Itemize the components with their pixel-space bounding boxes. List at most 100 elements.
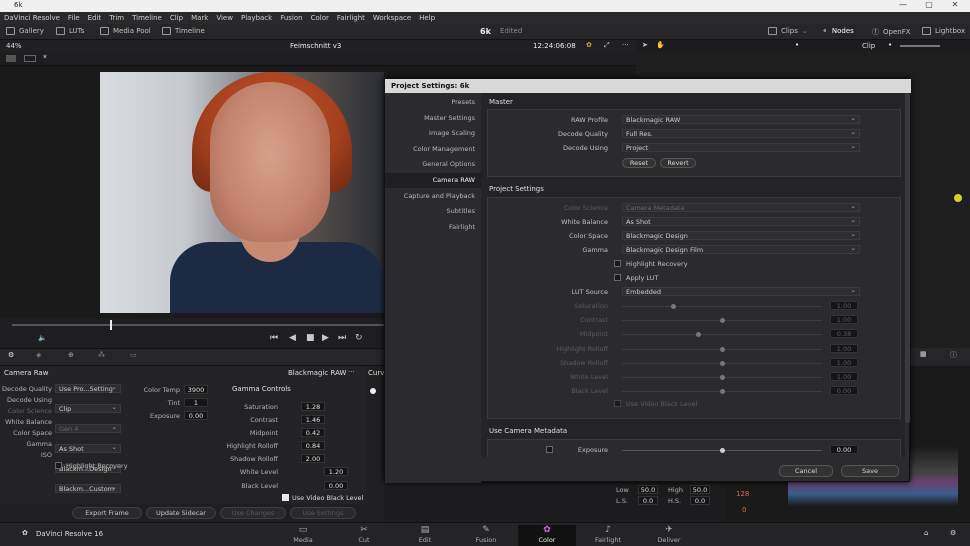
gallery-button[interactable]: Gallery bbox=[6, 27, 44, 35]
project-slider-field[interactable]: 1.00 bbox=[830, 343, 858, 353]
page-tab-cut[interactable]: ✂ Cut bbox=[335, 525, 393, 546]
color-match-icon[interactable]: ◈ bbox=[36, 351, 41, 359]
apply-lut-checkbox[interactable] bbox=[614, 274, 621, 281]
camera-raw-row-select[interactable]: Use Pro...Setting bbox=[55, 383, 121, 393]
camera-raw-row-select[interactable]: Clip bbox=[55, 403, 121, 413]
lightbox-button[interactable]: Lightbox bbox=[922, 27, 965, 35]
camera-raw-row-select[interactable]: Gen 4 bbox=[55, 423, 121, 433]
page-tab-deliver[interactable]: ✈ Deliver bbox=[640, 525, 698, 546]
project-slider[interactable] bbox=[622, 360, 822, 366]
project-slider-field[interactable]: 0.38 bbox=[830, 329, 858, 339]
rgb-mixer-icon[interactable]: ⁂ bbox=[98, 351, 105, 359]
settings-nav-item[interactable]: Master Settings bbox=[385, 111, 475, 126]
curve-point[interactable] bbox=[370, 388, 376, 394]
color-science-select[interactable]: Camera Metadata bbox=[622, 202, 860, 212]
more-options-icon[interactable]: ··· bbox=[622, 41, 629, 49]
home-icon[interactable]: ⌂ bbox=[924, 529, 928, 537]
scopes-icon[interactable]: ▦ bbox=[920, 350, 927, 358]
decode-quality-select[interactable]: Full Res. bbox=[622, 128, 860, 138]
use-video-black-checkbox[interactable] bbox=[282, 494, 289, 501]
white-balance-select[interactable]: As Shot bbox=[622, 216, 860, 226]
menu-item[interactable]: Mark bbox=[191, 14, 208, 22]
project-slider-field[interactable]: 1.00 bbox=[830, 301, 858, 310]
menu-item[interactable]: Timeline bbox=[132, 14, 162, 22]
project-slider-knob[interactable] bbox=[720, 375, 725, 380]
project-slider[interactable] bbox=[622, 389, 822, 395]
color-temp-field[interactable]: 3900 bbox=[184, 385, 208, 394]
clips-button[interactable]: Clips ⌄ bbox=[768, 27, 808, 35]
save-button[interactable]: Save bbox=[841, 465, 899, 477]
menu-item[interactable]: Edit bbox=[88, 14, 102, 22]
menu-item[interactable]: DaVinci Resolve bbox=[4, 14, 60, 22]
menu-item[interactable]: Playback bbox=[241, 14, 272, 22]
cancel-button[interactable]: Cancel bbox=[779, 465, 833, 477]
gamma-row-field[interactable]: 2.00 bbox=[301, 454, 325, 463]
menu-item[interactable]: Clip bbox=[170, 14, 183, 22]
project-slider-field[interactable]: 1.00 bbox=[830, 372, 858, 381]
timeline-name[interactable]: Feimschnitt v3 bbox=[290, 42, 341, 50]
white-level-field[interactable]: 1.20 bbox=[324, 467, 348, 476]
go-first-icon[interactable]: ⏮ bbox=[270, 333, 278, 343]
page-tab-fusion[interactable]: ✎ Fusion bbox=[457, 525, 515, 546]
project-slider-knob[interactable] bbox=[671, 304, 676, 309]
highlight-recovery-checkbox-dialog[interactable] bbox=[614, 260, 621, 267]
highlight-recovery-checkbox[interactable] bbox=[55, 462, 62, 469]
settings-nav-item[interactable]: Capture and Playback bbox=[385, 189, 475, 204]
export-frame-button[interactable]: Export Frame bbox=[72, 507, 142, 519]
settings-nav-item[interactable]: Fairlight bbox=[385, 220, 475, 235]
go-last-icon[interactable]: ⏭ bbox=[338, 333, 346, 343]
speaker-icon[interactable]: 🔈 bbox=[38, 334, 47, 342]
wand-icon[interactable]: ✶ bbox=[42, 53, 48, 61]
project-slider-knob[interactable] bbox=[720, 318, 725, 324]
stop-icon[interactable]: ■ bbox=[306, 333, 315, 343]
use-changes-button[interactable]: Use Changes bbox=[220, 507, 286, 519]
raw-profile-select[interactable]: Blackmagic RAW bbox=[622, 114, 860, 124]
zoom-level[interactable]: 44% bbox=[6, 42, 22, 50]
menu-item[interactable]: Fusion bbox=[280, 14, 302, 22]
settings-nav-item[interactable]: General Options bbox=[385, 157, 475, 172]
revert-button[interactable]: Revert bbox=[660, 158, 696, 168]
gamma-select[interactable]: Blackmagic Design Film bbox=[622, 244, 860, 254]
page-tab-media[interactable]: ▭ Media bbox=[274, 525, 332, 546]
media-pool-button[interactable]: Media Pool bbox=[100, 27, 151, 35]
black-level-field[interactable]: 0.00 bbox=[324, 481, 348, 490]
menu-item[interactable]: Trim bbox=[109, 14, 124, 22]
menu-item[interactable]: Help bbox=[419, 14, 435, 22]
high-field[interactable]: 50.0 bbox=[690, 485, 710, 494]
color-wheels-icon[interactable]: ⊕ bbox=[68, 351, 74, 359]
project-slider-knob[interactable] bbox=[720, 346, 725, 352]
luts-button[interactable]: LUTs bbox=[56, 27, 84, 35]
page-tab-fairlight[interactable]: ♪ Fairlight bbox=[579, 525, 637, 546]
split-view-icon[interactable] bbox=[24, 55, 36, 62]
menu-item[interactable]: Color bbox=[311, 14, 329, 22]
project-slider-knob[interactable] bbox=[720, 389, 725, 395]
project-slider-knob[interactable] bbox=[696, 332, 702, 338]
project-slider[interactable] bbox=[622, 318, 822, 324]
project-slider[interactable] bbox=[622, 304, 822, 309]
low-field[interactable]: 50.0 bbox=[638, 485, 658, 494]
clip-slider[interactable] bbox=[900, 45, 940, 47]
motion-effects-icon[interactable]: ▭ bbox=[130, 351, 137, 359]
update-sidecar-button[interactable]: Update Sidecar bbox=[146, 507, 216, 519]
project-slider-knob[interactable] bbox=[720, 360, 725, 366]
color-wheel-icon[interactable]: ✿ bbox=[586, 41, 592, 49]
gamma-row-field[interactable]: 1.46 bbox=[301, 415, 325, 424]
camera-raw-icon[interactable]: ⚙ bbox=[8, 351, 14, 359]
menu-item[interactable]: View bbox=[216, 14, 233, 22]
settings-icon[interactable]: ⚙ bbox=[950, 529, 956, 537]
node-output-dot[interactable] bbox=[954, 194, 962, 202]
minimize-icon[interactable]: — bbox=[890, 0, 916, 9]
clip-label[interactable]: Clip bbox=[862, 42, 875, 50]
settings-nav-item[interactable]: Presets bbox=[385, 95, 475, 110]
metadata-exposure-knob[interactable] bbox=[720, 448, 725, 453]
menu-item[interactable]: Workspace bbox=[373, 14, 411, 22]
play-icon[interactable]: ▶ bbox=[322, 333, 329, 343]
reverse-play-icon[interactable]: ◀ bbox=[289, 333, 296, 343]
lut-source-select[interactable]: Embedded bbox=[622, 286, 860, 296]
project-slider[interactable] bbox=[622, 332, 822, 338]
hand-icon[interactable]: ✋ bbox=[656, 41, 665, 49]
page-tab-edit[interactable]: ▤ Edit bbox=[396, 525, 454, 546]
panel-more-icon[interactable]: ··· bbox=[348, 368, 355, 376]
scrubber-track[interactable] bbox=[12, 324, 384, 326]
project-slider-field[interactable]: 1.00 bbox=[830, 357, 858, 367]
